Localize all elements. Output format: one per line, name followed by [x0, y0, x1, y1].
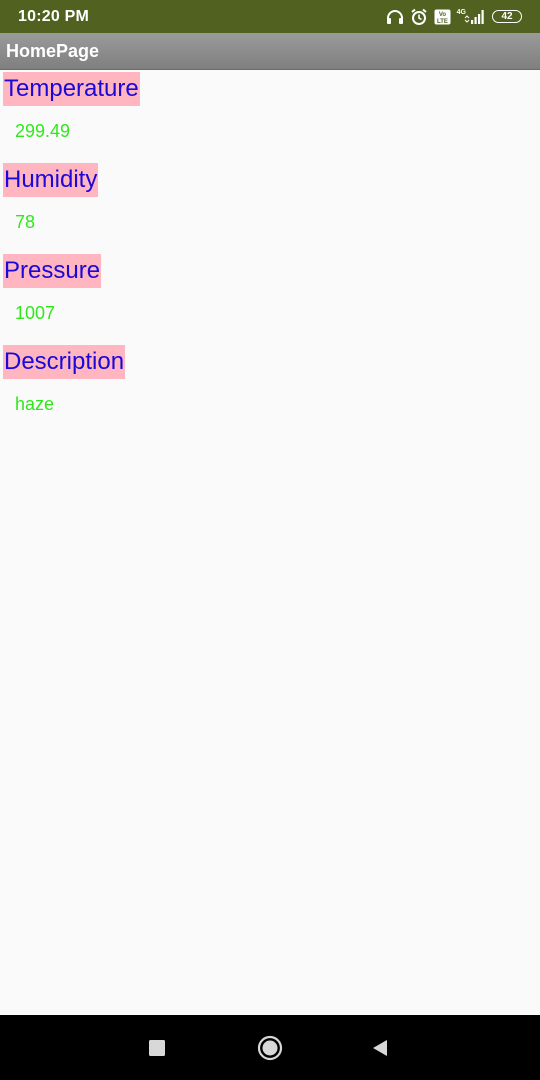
weather-content: Temperature 299.49 Humidity 78 Pressure …	[0, 70, 540, 434]
headset-icon	[386, 9, 404, 25]
battery-icon: 42	[492, 10, 522, 23]
recents-button[interactable]	[127, 1015, 187, 1080]
temperature-label: Temperature	[3, 72, 140, 106]
navigation-bar	[0, 1015, 540, 1080]
signal-group: 4G	[457, 9, 486, 25]
page-title: HomePage	[6, 40, 100, 61]
field-humidity: Humidity 78	[0, 161, 540, 252]
home-icon	[257, 1035, 283, 1060]
temperature-value: 299.49	[15, 121, 71, 141]
volte-icon: Vo LTE	[434, 9, 451, 25]
field-temperature: Temperature 299.49	[0, 70, 540, 161]
status-icons: Vo LTE 4G 42	[386, 8, 522, 26]
status-bar: 10:20 PM Vo LTE 4G 42	[0, 0, 540, 33]
status-time: 10:20 PM	[18, 7, 89, 25]
svg-text:Vo: Vo	[439, 12, 447, 18]
title-bar: HomePage	[0, 33, 540, 70]
pressure-value: 1007	[15, 303, 56, 323]
field-description: Description haze	[0, 343, 540, 434]
back-button[interactable]	[350, 1015, 410, 1080]
phone-screen: 10:20 PM Vo LTE 4G 42 HomePage Temperatu…	[0, 0, 540, 1080]
field-pressure: Pressure 1007	[0, 252, 540, 343]
back-icon	[373, 1039, 387, 1056]
pressure-label: Pressure	[3, 254, 102, 288]
signal-icon	[464, 9, 486, 25]
alarm-icon	[410, 8, 428, 26]
description-label: Description	[3, 345, 126, 379]
description-value: haze	[15, 394, 55, 414]
humidity-label: Humidity	[3, 163, 99, 197]
humidity-value: 78	[15, 212, 36, 232]
home-button[interactable]	[240, 1015, 300, 1080]
recents-icon	[149, 1039, 165, 1056]
svg-text:LTE: LTE	[437, 19, 448, 25]
battery-level: 42	[501, 10, 513, 22]
